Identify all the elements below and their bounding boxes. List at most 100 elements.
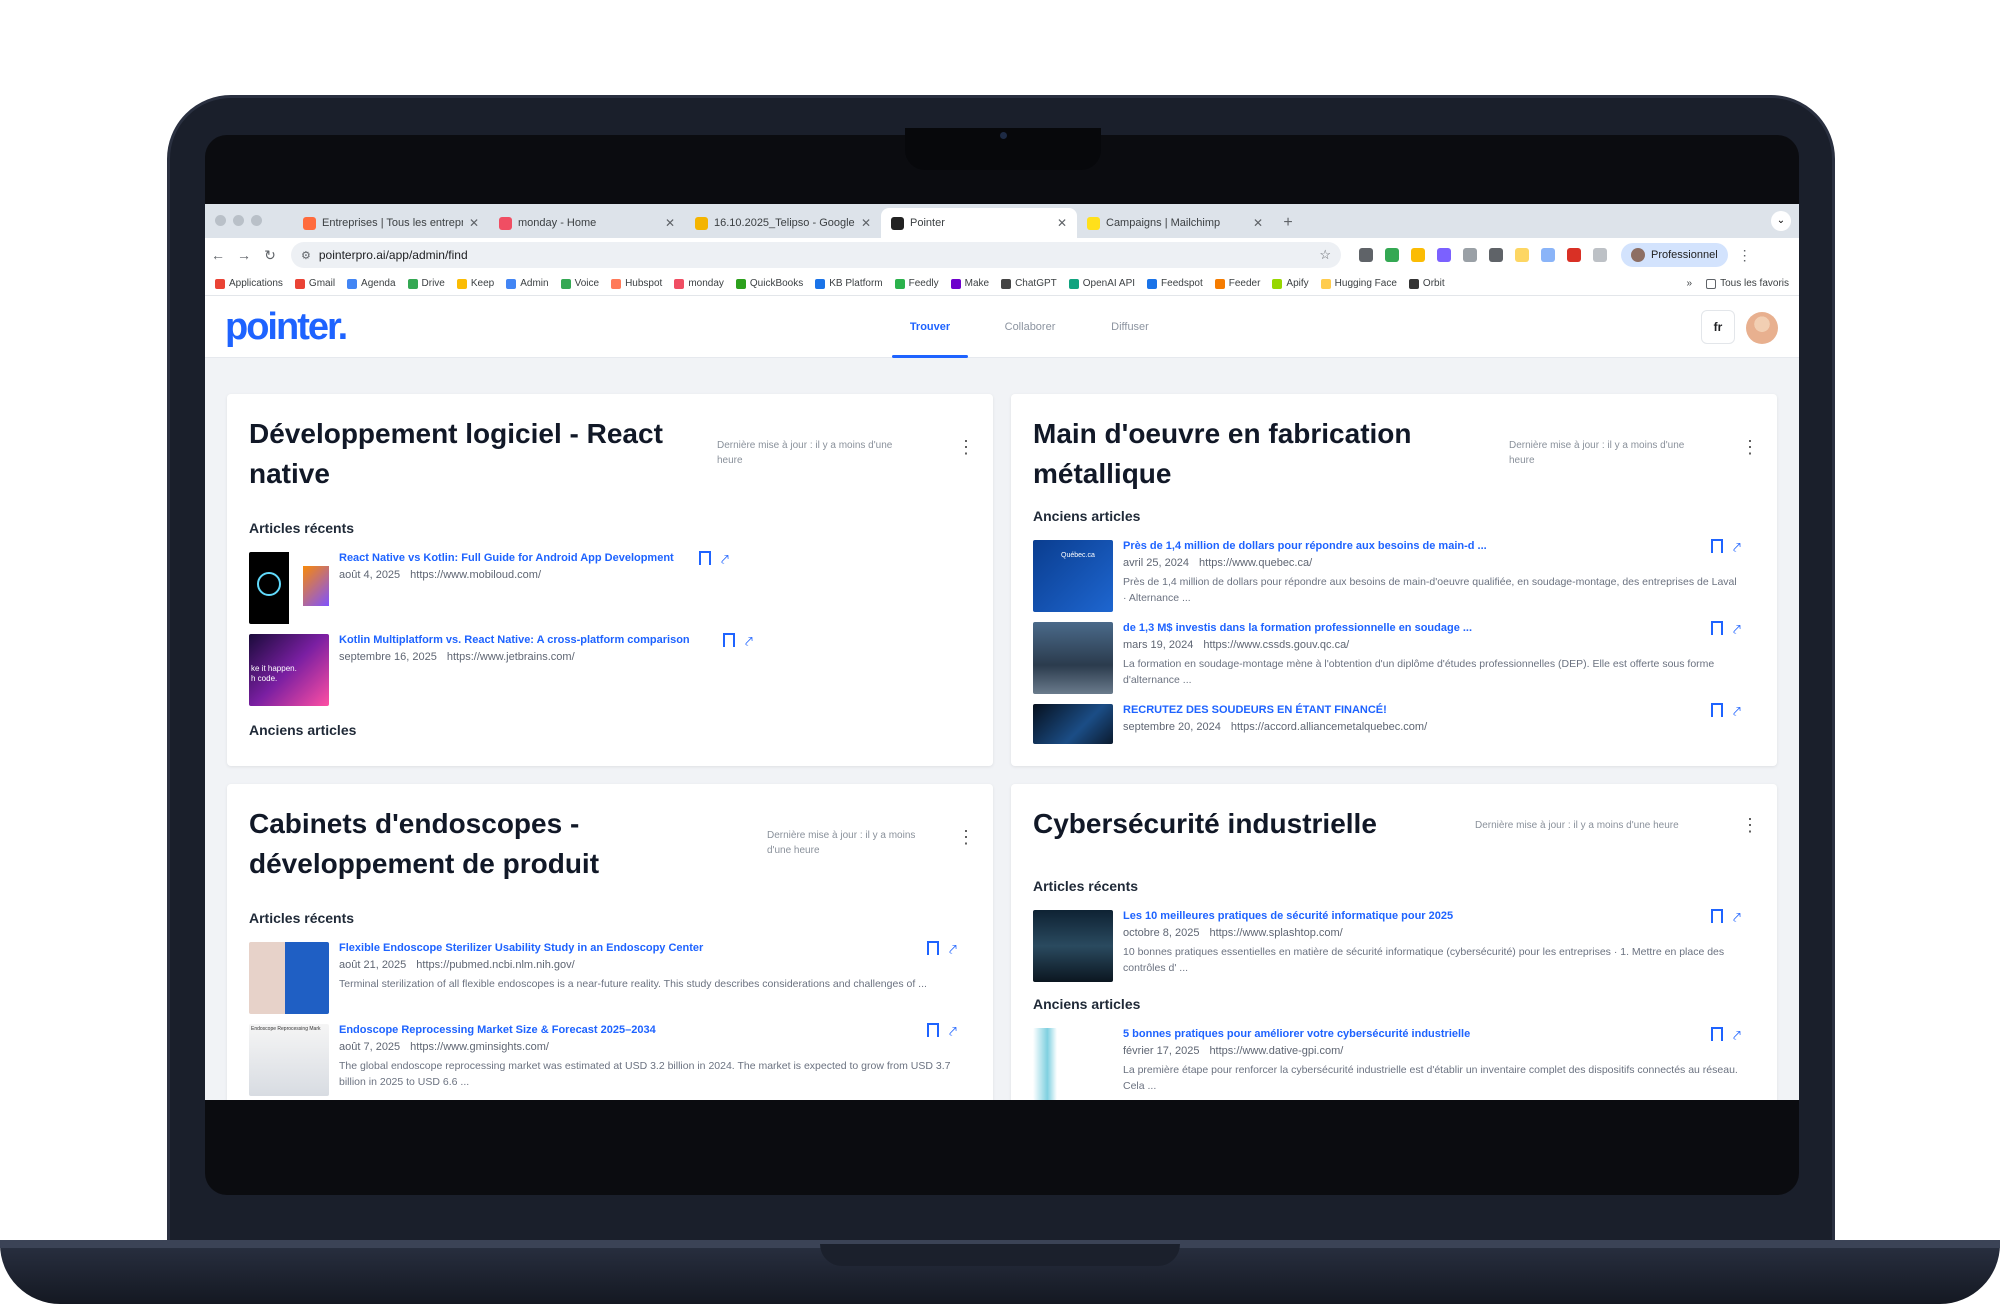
article-url[interactable]: https://www.cssds.gouv.qc.ca/ (1203, 639, 1349, 651)
article-title-link[interactable]: Kotlin Multiplatform vs. React Native: A… (339, 634, 690, 646)
article-item[interactable]: Flexible Endoscope Sterilizer Usability … (249, 941, 969, 1022)
extension-gift-icon[interactable] (1489, 248, 1503, 262)
bookmark-item[interactable]: Feeder (1214, 278, 1260, 289)
share-icon[interactable]: ⤤ (1733, 621, 1747, 637)
more-bookmarks-button[interactable]: » (1687, 278, 1693, 289)
bookmark-add-icon[interactable] (1711, 909, 1723, 923)
share-icon[interactable]: ⤤ (1733, 539, 1747, 555)
card-menu-icon[interactable]: ⋮ (957, 828, 975, 846)
bookmark-item[interactable]: Admin (506, 278, 549, 289)
reload-icon[interactable]: ↻ (257, 247, 283, 264)
share-icon[interactable]: ⤤ (1733, 1027, 1747, 1043)
close-tab-icon[interactable]: ✕ (469, 216, 479, 230)
language-button[interactable]: fr (1701, 310, 1735, 344)
article-item[interactable]: React Native vs Kotlin: Full Guide for A… (249, 551, 969, 632)
extension-lock-icon[interactable] (1359, 248, 1373, 262)
article-title-link[interactable]: Près de 1,4 million de dollars pour répo… (1123, 540, 1487, 552)
bookmark-item[interactable]: Make (950, 278, 989, 289)
extension-pdf-icon[interactable] (1567, 248, 1581, 262)
article-title-link[interactable]: 5 bonnes pratiques pour améliorer votre … (1123, 1028, 1470, 1040)
browser-tab[interactable]: Entreprises | Tous les entrepr ✕ (293, 208, 489, 238)
extension-360-icon[interactable] (1437, 248, 1451, 262)
user-avatar[interactable] (1746, 312, 1778, 344)
profile-chip[interactable]: Professionnel (1621, 243, 1728, 267)
article-url[interactable]: https://accord.alliancemetalquebec.com/ (1231, 721, 1427, 733)
share-icon[interactable]: ⤤ (1733, 909, 1747, 925)
new-tab-button[interactable]: + (1273, 208, 1303, 238)
share-icon[interactable]: ⤤ (949, 941, 963, 957)
card-menu-icon[interactable]: ⋮ (1741, 816, 1759, 834)
bookmark-item[interactable]: Agenda (347, 278, 396, 289)
article-item[interactable]: 5 bonnes pratiques pour améliorer votre … (1033, 1027, 1753, 1100)
extension-drive-icon[interactable] (1411, 248, 1425, 262)
article-url[interactable]: https://www.mobiloud.com/ (410, 569, 541, 581)
bookmark-item[interactable]: Applications (215, 278, 283, 289)
close-tab-icon[interactable]: ✕ (665, 216, 675, 230)
article-title-link[interactable]: Les 10 meilleures pratiques de sécurité … (1123, 910, 1453, 922)
close-tab-icon[interactable]: ✕ (1057, 216, 1067, 230)
article-item[interactable]: RECRUTEZ DES SOUDEURS EN ÉTANT FINANCÉ! … (1033, 703, 1753, 766)
article-title-link[interactable]: de 1,3 M$ investis dans la formation pro… (1123, 622, 1472, 634)
close-tab-icon[interactable]: ✕ (861, 216, 871, 230)
bookmark-add-icon[interactable] (1711, 1027, 1723, 1041)
browser-tab[interactable]: monday - Home ✕ (489, 208, 685, 238)
bookmark-item[interactable]: Apify (1272, 278, 1309, 289)
all-bookmarks-folder[interactable]: Tous les favoris (1706, 278, 1789, 289)
share-icon[interactable]: ⤤ (721, 551, 735, 567)
extension-layers-icon[interactable] (1463, 248, 1477, 262)
bookmark-item[interactable]: Hubspot (611, 278, 662, 289)
article-url[interactable]: https://pubmed.ncbi.nlm.nih.gov/ (416, 959, 574, 971)
bookmark-item[interactable]: ChatGPT (1001, 278, 1057, 289)
article-title-link[interactable]: React Native vs Kotlin: Full Guide for A… (339, 552, 674, 564)
tab-collaborer[interactable]: Collaborer (980, 296, 1080, 358)
extension-people-icon[interactable] (1541, 248, 1555, 262)
browser-tab[interactable]: Campaigns | Mailchimp ✕ (1077, 208, 1273, 238)
bookmark-item[interactable]: Drive (407, 278, 445, 289)
minimize-window-button[interactable] (233, 215, 244, 226)
forward-arrow-icon[interactable]: → (231, 247, 257, 263)
article-title-link[interactable]: Endoscope Reprocessing Market Size & For… (339, 1024, 656, 1036)
browser-menu-icon[interactable]: ⋮ (1738, 247, 1752, 264)
bookmark-item[interactable]: QuickBooks (735, 278, 803, 289)
article-title-link[interactable]: RECRUTEZ DES SOUDEURS EN ÉTANT FINANCÉ! (1123, 704, 1387, 716)
bookmark-item[interactable]: monday (674, 278, 724, 289)
close-window-button[interactable] (215, 215, 226, 226)
bookmark-item[interactable]: Keep (456, 278, 494, 289)
extensions-puzzle-icon[interactable] (1593, 248, 1607, 262)
bookmark-item[interactable]: Orbit (1408, 278, 1445, 289)
bookmark-item[interactable]: Feedspot (1147, 278, 1203, 289)
site-info-icon[interactable]: ⚙ (301, 249, 311, 262)
share-icon[interactable]: ⤤ (949, 1023, 963, 1039)
bookmark-star-icon[interactable]: ☆ (1319, 247, 1331, 263)
tab-trouver[interactable]: Trouver (880, 296, 980, 358)
bookmark-item[interactable]: Hugging Face (1320, 278, 1397, 289)
article-title-link[interactable]: Flexible Endoscope Sterilizer Usability … (339, 942, 703, 954)
article-url[interactable]: https://www.dative-gpi.com/ (1209, 1045, 1343, 1057)
pointer-logo[interactable]: pointer. (225, 306, 348, 349)
bookmark-add-icon[interactable] (927, 1023, 939, 1037)
bookmark-item[interactable]: OpenAI API (1068, 278, 1135, 289)
bookmark-item[interactable]: KB Platform (815, 278, 883, 289)
card-menu-icon[interactable]: ⋮ (1741, 438, 1759, 456)
bookmark-add-icon[interactable] (1711, 703, 1723, 717)
bookmark-item[interactable]: Gmail (294, 278, 335, 289)
browser-tab[interactable]: 16.10.2025_Telipso - Google ✕ (685, 208, 881, 238)
article-item[interactable]: ke it happen. h code. Kotlin Multiplatfo… (249, 633, 969, 714)
article-item[interactable]: Les 10 meilleures pratiques de sécurité … (1033, 909, 1753, 990)
back-arrow-icon[interactable]: ← (205, 247, 231, 263)
address-bar[interactable]: ⚙ pointerpro.ai/app/admin/find ☆ (291, 242, 1341, 268)
article-url[interactable]: https://www.jetbrains.com/ (447, 651, 575, 663)
share-icon[interactable]: ⤤ (1733, 703, 1747, 719)
card-menu-icon[interactable]: ⋮ (957, 438, 975, 456)
bookmark-add-icon[interactable] (1711, 539, 1723, 553)
extension-note-icon[interactable] (1515, 248, 1529, 262)
tab-search-chevron-icon[interactable]: ⌄ (1771, 211, 1791, 231)
article-url[interactable]: https://www.gminsights.com/ (410, 1041, 549, 1053)
share-icon[interactable]: ⤤ (745, 633, 759, 649)
bookmark-item[interactable]: Voice (560, 278, 599, 289)
close-tab-icon[interactable]: ✕ (1253, 216, 1263, 230)
article-url[interactable]: https://www.quebec.ca/ (1199, 557, 1312, 569)
bookmark-item[interactable]: Feedly (894, 278, 939, 289)
article-item[interactable]: de 1,3 M$ investis dans la formation pro… (1033, 621, 1753, 702)
article-item[interactable]: Québec.ca Près de 1,4 million de dollars… (1033, 539, 1753, 620)
